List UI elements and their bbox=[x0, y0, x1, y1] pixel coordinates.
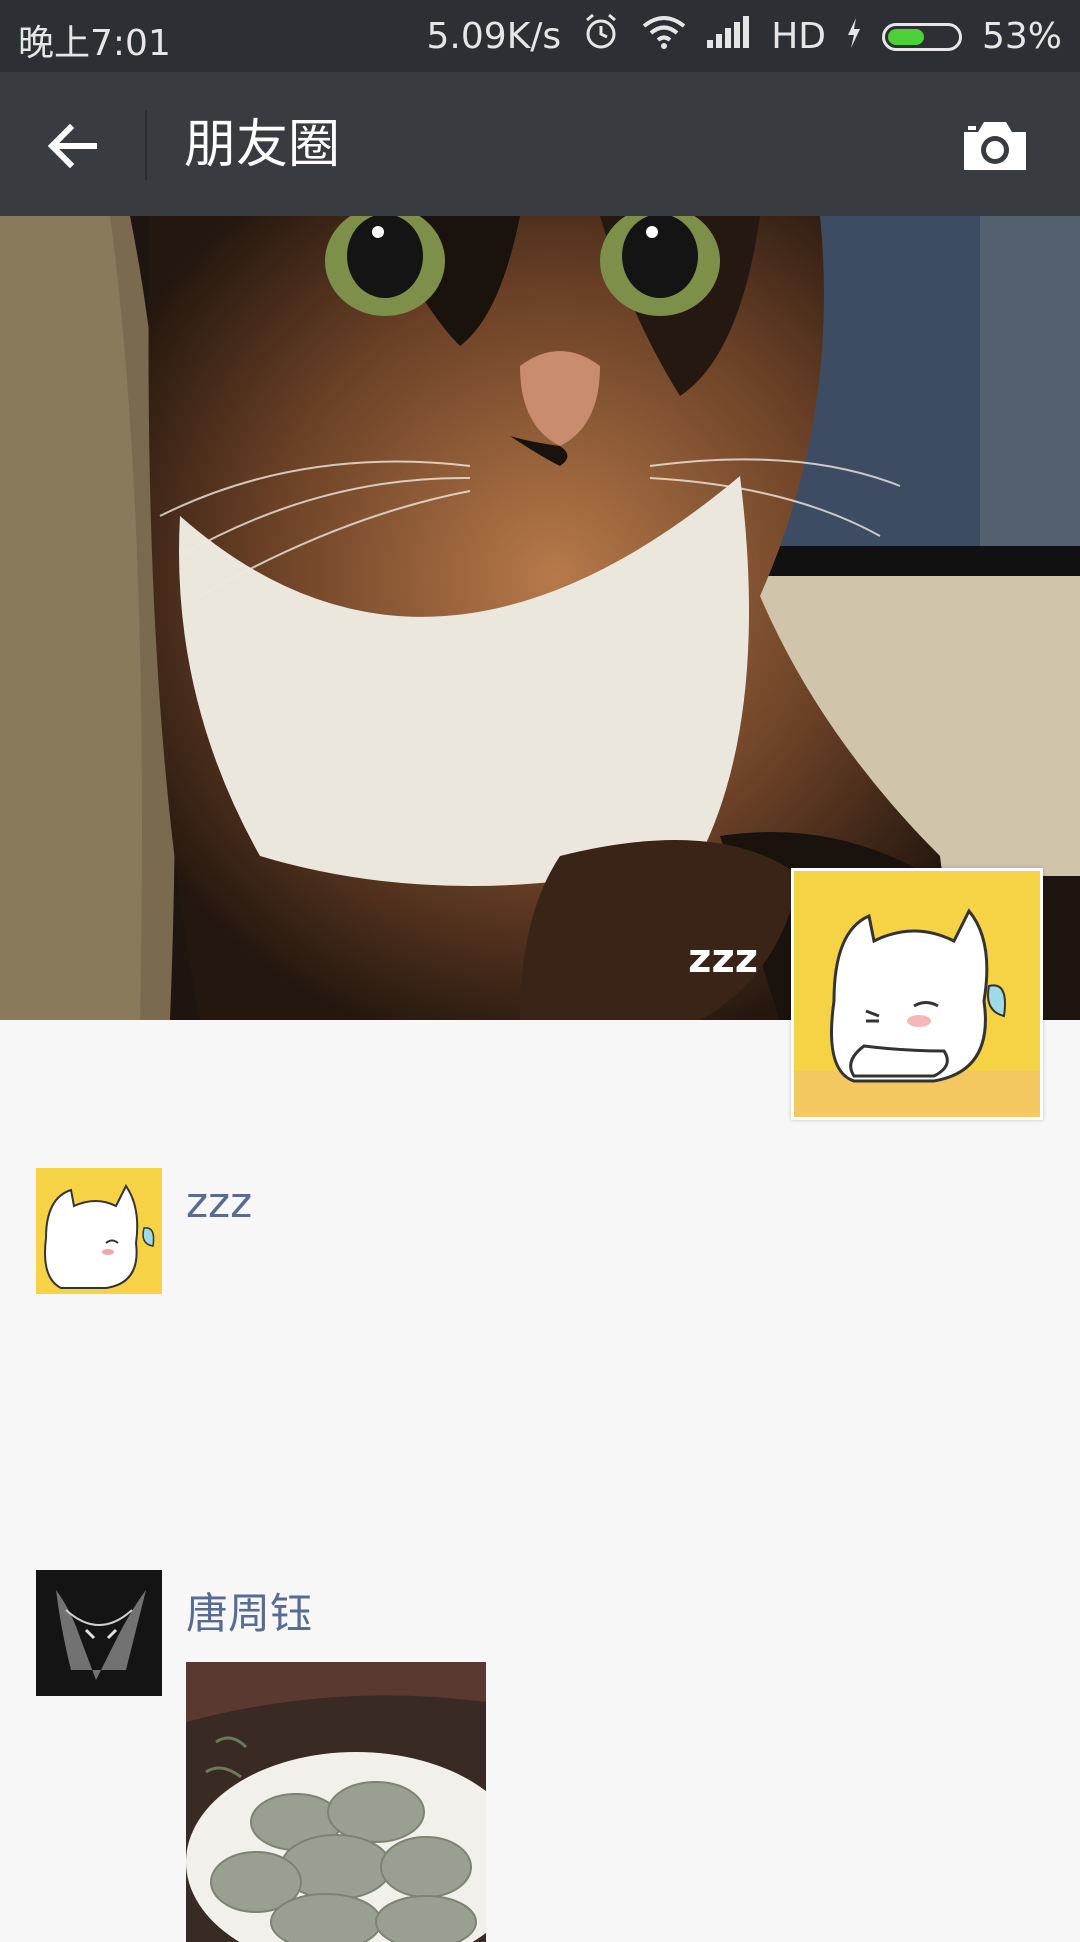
profile-name[interactable]: zzz bbox=[688, 936, 758, 982]
post-photo[interactable] bbox=[186, 1662, 486, 1942]
wifi-icon bbox=[641, 14, 687, 59]
app-header: 朋友圈 bbox=[0, 72, 1080, 216]
battery-percent: 53% bbox=[981, 16, 1062, 57]
header-divider bbox=[145, 110, 147, 180]
status-bar: 晚上7:01 5.09K/s HD 53% bbox=[0, 0, 1080, 72]
post-author-name[interactable]: zzz bbox=[186, 1178, 252, 1227]
post-author-name[interactable]: 唐周钰 bbox=[186, 1580, 312, 1641]
network-type: HD bbox=[771, 16, 826, 57]
profile-avatar[interactable] bbox=[791, 868, 1043, 1120]
status-right: 5.09K/s HD 53% bbox=[427, 12, 1062, 61]
alarm-icon bbox=[581, 12, 621, 61]
battery-icon bbox=[881, 22, 962, 51]
camera-icon[interactable] bbox=[960, 118, 1030, 174]
page-title: 朋友圈 bbox=[184, 115, 341, 175]
arrow-left-icon[interactable] bbox=[44, 118, 100, 174]
post-avatar[interactable] bbox=[36, 1570, 162, 1696]
status-time: 晚上7:01 bbox=[18, 23, 171, 64]
post-avatar[interactable] bbox=[36, 1168, 162, 1294]
network-speed: 5.09K/s bbox=[426, 16, 562, 57]
signal-icon bbox=[707, 16, 751, 57]
charging-icon bbox=[846, 16, 862, 57]
